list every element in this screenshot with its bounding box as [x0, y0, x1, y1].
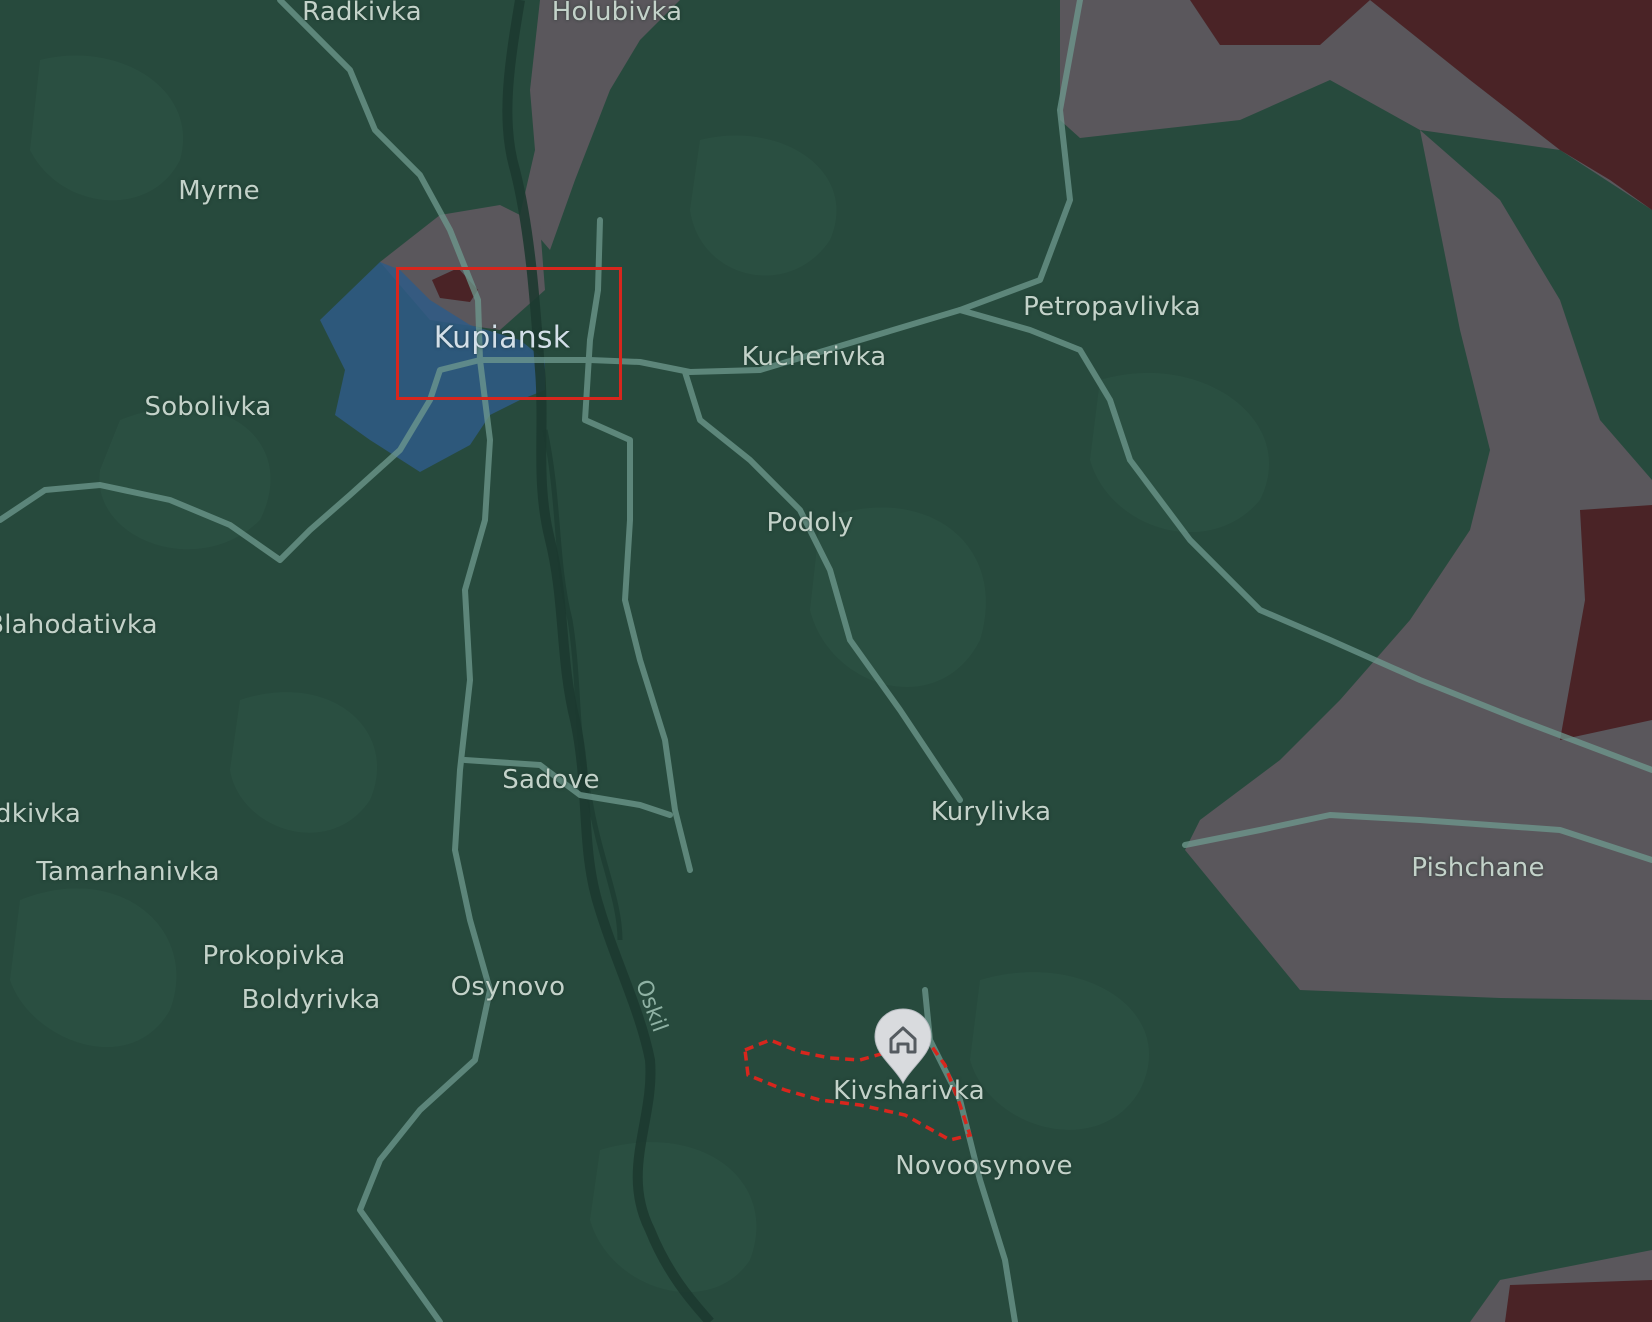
place-label-osynovo[interactable]: Osynovo [451, 972, 565, 1002]
place-label-radkivka[interactable]: Radkivka [302, 0, 422, 27]
place-label-novoosynove[interactable]: Novoosynove [895, 1151, 1072, 1181]
place-label-sobolivka[interactable]: Sobolivka [145, 392, 272, 422]
place-label-dkivka[interactable]: dkivka [0, 799, 81, 829]
place-label-kucherivka[interactable]: Kucherivka [742, 342, 887, 372]
place-label-kupiansk[interactable]: Kupiansk [434, 321, 571, 356]
place-label-tamarhanivka[interactable]: Tamarhanivka [36, 857, 219, 887]
home-icon [874, 1008, 932, 1085]
place-label-myrne[interactable]: Myrne [178, 176, 260, 206]
location-pin-marker[interactable] [871, 1007, 935, 1085]
place-label-petropavlivka[interactable]: Petropavlivka [1023, 292, 1201, 322]
place-label-pishchane[interactable]: Pishchane [1411, 853, 1544, 883]
place-label-sadove[interactable]: Sadove [502, 765, 599, 795]
place-label-prokopivka[interactable]: Prokopivka [203, 941, 346, 971]
place-label-podoly[interactable]: Podoly [767, 508, 854, 538]
place-label-kurylivka[interactable]: Kurylivka [931, 797, 1051, 827]
place-label-boldyrivka[interactable]: Boldyrivka [242, 985, 381, 1015]
place-label-holubivka[interactable]: Holubivka [552, 0, 683, 27]
place-label-blahodativka[interactable]: Blahodativka [0, 610, 158, 640]
map-canvas[interactable]: Radkivka Holubivka Myrne Kupiansk Petrop… [0, 0, 1652, 1322]
